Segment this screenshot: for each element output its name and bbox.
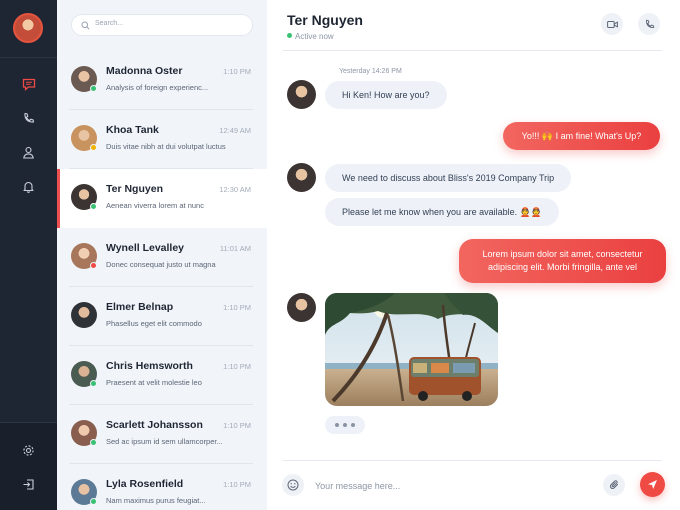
smiley-icon <box>287 479 299 491</box>
contact-time: 11:01 AM <box>219 244 251 253</box>
rail-divider <box>0 57 57 58</box>
contact-name: Lyla Rosenfield <box>106 478 184 490</box>
composer-divider <box>283 460 662 461</box>
contact-item[interactable]: Madonna Oster 1:10 PM Analysis of foreig… <box>57 51 267 110</box>
video-call-button[interactable] <box>601 13 623 35</box>
paperclip-icon <box>609 480 618 489</box>
status-dot <box>90 439 97 446</box>
sender-avatar <box>287 293 316 322</box>
sender-avatar <box>287 80 316 109</box>
contact-name: Ter Nguyen <box>106 183 163 195</box>
user-avatar[interactable] <box>13 13 43 43</box>
contact-preview: Aenean viverra lorem at nunc <box>106 201 204 210</box>
message-line: adipiscing elit. Morbi fringilla, ante v… <box>487 262 638 272</box>
sender-avatar <box>287 163 316 192</box>
contact-item[interactable]: Chris Hemsworth 1:10 PM Praesent at veli… <box>57 346 267 405</box>
contact-name: Elmer Belnap <box>106 301 174 313</box>
contact-name: Scarlett Johansson <box>106 419 203 431</box>
contact-preview: Praesent at velit molestie leo <box>106 378 202 387</box>
contact-name: Chris Hemsworth <box>106 360 193 372</box>
phone-icon <box>645 19 654 28</box>
contact-time: 1:10 PM <box>223 421 251 430</box>
typing-indicator <box>325 416 365 434</box>
contact-preview: Analysis of foreign experienc... <box>106 83 209 92</box>
active-pointer <box>257 182 267 222</box>
video-icon <box>606 20 618 28</box>
header-divider <box>283 50 662 51</box>
send-button[interactable] <box>640 472 665 497</box>
contact-time: 1:10 PM <box>223 67 251 76</box>
incoming-message: We need to discuss about Bliss's 2019 Co… <box>325 164 572 192</box>
contact-list: Search... Madonna Oster 1:10 PM Analysis… <box>57 0 267 510</box>
contact-time: 1:10 PM <box>223 303 251 312</box>
shared-photo[interactable] <box>325 293 498 406</box>
emoji-button[interactable] <box>282 474 304 496</box>
logout-icon[interactable] <box>0 469 57 499</box>
chat-title: Ter Nguyen <box>287 12 363 28</box>
nav-rail <box>0 0 57 510</box>
contact-preview: Phasellus eget elit commodo <box>106 319 202 328</box>
incoming-message: Hi Ken! How are you? <box>325 81 447 109</box>
search-input[interactable]: Search... <box>95 20 123 27</box>
contact-preview: Donec consequat justo ut magna <box>106 260 216 269</box>
chat-status: Active now <box>295 32 334 41</box>
phone-icon[interactable] <box>0 103 57 133</box>
contact-item[interactable]: Khoa Tank 12:49 AM Duis vitae nibh at du… <box>57 110 267 169</box>
online-dot <box>287 33 292 38</box>
avatar <box>71 302 97 328</box>
attach-button[interactable] <box>603 474 625 496</box>
contact-name: Madonna Oster <box>106 65 183 77</box>
contact-time: 12:49 AM <box>219 126 251 135</box>
contact-item[interactable]: Wynell Levalley 11:01 AM Donec consequat… <box>57 228 267 287</box>
search-box[interactable]: Search... <box>71 14 253 36</box>
notifications-icon[interactable] <box>0 171 57 201</box>
voice-call-button[interactable] <box>638 13 660 35</box>
status-dot <box>90 85 97 92</box>
rail-bottom <box>0 422 57 510</box>
contact-preview: Nam maximus purus feugiat... <box>106 496 206 505</box>
status-dot <box>90 144 97 151</box>
messages-icon[interactable] <box>0 69 57 99</box>
contact-time: 1:10 PM <box>223 480 251 489</box>
contact-time: 1:10 PM <box>223 362 251 371</box>
settings-icon[interactable] <box>0 435 57 465</box>
contact-item-active[interactable]: Ter Nguyen 12:30 AM Aenean viverra lorem… <box>57 169 267 228</box>
search-icon <box>81 21 90 30</box>
outgoing-message: Yo!!! 🙌 I am fine! What's Up? <box>503 122 660 150</box>
message-input[interactable] <box>315 478 585 494</box>
contact-preview: Duis vitae nibh at dui volutpat luctus <box>106 142 226 151</box>
beach-photo-image <box>325 293 498 406</box>
profile-icon[interactable] <box>0 137 57 167</box>
contact-name: Khoa Tank <box>106 124 159 136</box>
contact-preview: Sed ac ipsum id sem ullamcorper... <box>106 437 223 446</box>
chat-panel: Ter Nguyen Active now Yesterday 14:26 PM… <box>267 0 680 510</box>
status-dot <box>90 498 97 505</box>
message-line: Lorem ipsum dolor sit amet, consectetur <box>482 249 643 259</box>
contact-item[interactable]: Scarlett Johansson 1:10 PM Sed ac ipsum … <box>57 405 267 464</box>
contact-item[interactable]: Lyla Rosenfield 1:10 PM Nam maximus puru… <box>57 464 267 510</box>
status-dot <box>90 262 97 269</box>
outgoing-message: Lorem ipsum dolor sit amet, consectetur … <box>459 239 666 283</box>
contact-item[interactable]: Elmer Belnap 1:10 PM Phasellus eget elit… <box>57 287 267 346</box>
status-dot <box>90 203 97 210</box>
message-timestamp: Yesterday 14:26 PM <box>339 68 402 75</box>
contact-name: Wynell Levalley <box>106 242 185 254</box>
incoming-message: Please let me know when you are availabl… <box>325 198 560 226</box>
contact-time: 12:30 AM <box>219 185 251 194</box>
send-icon <box>648 480 657 489</box>
status-dot <box>90 380 97 387</box>
